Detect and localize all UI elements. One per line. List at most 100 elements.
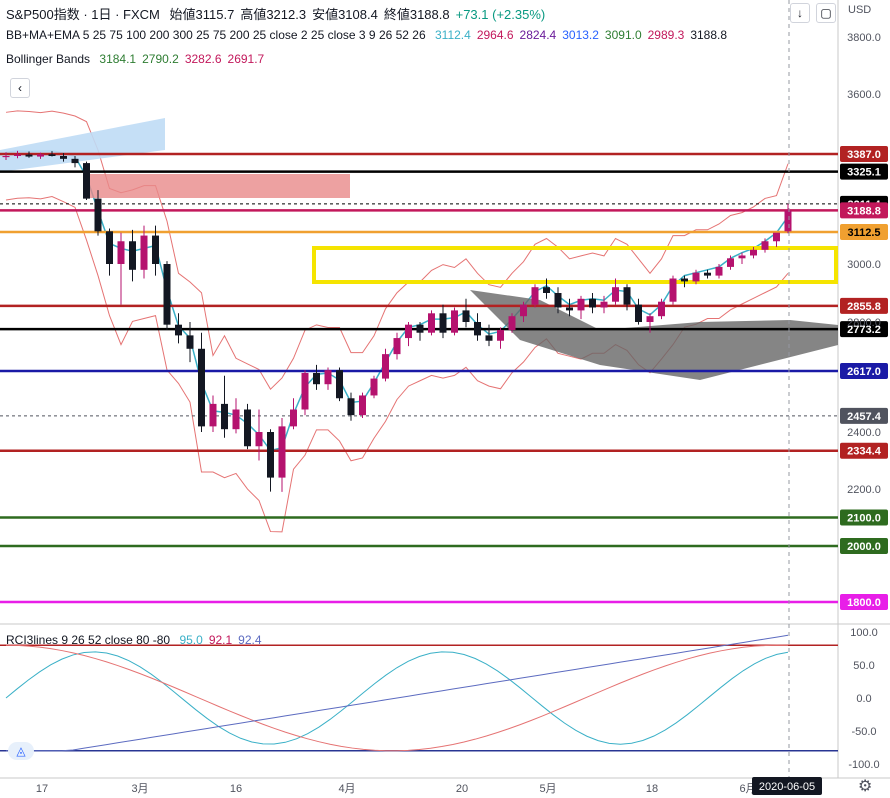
candle-body [393, 338, 401, 355]
candle-body [439, 313, 447, 333]
rci-tick: -50.0 [851, 726, 876, 738]
candle-body [278, 426, 286, 478]
candle-body [382, 354, 389, 379]
candle-body [485, 335, 493, 341]
bollinger-name: Bollinger Bands [6, 52, 91, 66]
candle-body [2, 155, 10, 158]
candle-body [129, 241, 136, 270]
rci-value: 92.4 [238, 633, 262, 647]
time-tick: 20 [456, 783, 468, 795]
candle-body [784, 210, 792, 232]
time-tick: 18 [646, 783, 658, 795]
candle-body [416, 324, 424, 333]
candle-body [140, 235, 148, 270]
candle-body [589, 298, 596, 308]
rci-value: 95.0 [179, 633, 203, 647]
price-tick: 3600.0 [847, 89, 881, 101]
bbmaema-legend[interactable]: BB+MA+EMA 5 25 75 100 200 300 25 75 200 … [6, 28, 739, 42]
candle-body [336, 370, 343, 399]
candle-body [221, 403, 228, 430]
candle-body [600, 301, 608, 308]
candle-body [428, 313, 435, 333]
candle-body [94, 198, 102, 232]
candle-body [117, 241, 125, 264]
rci-tick: 100.0 [850, 627, 878, 639]
bbmaema-value: 3091.0 [604, 28, 642, 42]
bbmaema-value: 2989.3 [647, 28, 685, 42]
collapse-legend-button[interactable]: ‹ [10, 78, 30, 98]
price-label: 2334.4 [847, 446, 882, 458]
bollinger-value: 3184.1 [99, 52, 137, 66]
ichimoku-cloud-red [90, 174, 350, 198]
candle-body [83, 163, 90, 199]
candle-body [267, 432, 274, 478]
candle-body [658, 301, 665, 317]
bollinger-value: 2691.7 [227, 52, 265, 66]
candle-body [612, 287, 619, 302]
price-tick: 3000.0 [847, 259, 881, 271]
rci-value: 92.1 [208, 633, 233, 647]
candle-body [623, 287, 631, 305]
candle-body [554, 293, 562, 308]
rci-legend[interactable]: RCI3lines 9 26 52 close 80 -80 95.0 92.1 9… [6, 633, 274, 647]
candle-body [646, 316, 654, 322]
candle-body [244, 409, 251, 447]
candle-body [761, 241, 769, 250]
symbol-legend[interactable]: S&P500指数 · 1日 · FXCM 始値3115.7 高値3212.3 安値3… [6, 4, 557, 23]
candle-body [566, 307, 573, 311]
candle-body [25, 154, 33, 157]
candle-body [497, 330, 504, 341]
ohlc-item: 始値3115.7 [169, 7, 235, 22]
candle-body [474, 322, 481, 336]
rci-name: RCI3lines 9 26 52 close 80 -80 [6, 633, 171, 647]
candle-body [727, 258, 734, 267]
ohlc-item: 高値3212.3 [240, 7, 307, 22]
price-label: 2100.0 [847, 513, 881, 525]
candle-body [347, 398, 355, 416]
price-label: 3387.0 [847, 149, 881, 161]
price-label: 3325.1 [847, 167, 881, 179]
currency-label: USD [848, 4, 872, 16]
price-tick: 2200.0 [847, 484, 881, 496]
bbmaema-value: 3188.8 [690, 28, 728, 42]
chart-canvas[interactable]: 3387.03325.13211.43188.83112.52855.82773… [0, 0, 890, 798]
candle-body [163, 264, 171, 325]
bollinger-value: 2790.2 [142, 52, 179, 66]
rci-tick: 50.0 [853, 660, 874, 672]
candle-body [635, 304, 642, 322]
time-tick: 5月 [539, 783, 556, 795]
bbmaema-value: 3013.2 [562, 28, 599, 42]
candle-body [60, 155, 67, 159]
candle-body [186, 335, 194, 349]
candle-body [14, 154, 21, 156]
candle-body [750, 249, 757, 256]
candle-body [681, 278, 688, 282]
ohlc-values: 始値3115.7 高値3212.3 安値3108.4 終値3188.8 +73.1 (+… [170, 7, 552, 22]
candle-body [198, 348, 205, 427]
price-label: 2000.0 [847, 541, 881, 553]
maximize-icon[interactable]: ▢ [816, 3, 836, 23]
price-tick: 2800.0 [847, 317, 881, 329]
candle-body [37, 154, 44, 157]
ohlc-item: 終値3188.8 [383, 7, 450, 22]
tradingview-logo-icon[interactable]: ◬ [8, 742, 34, 760]
bbmaema-value: 2964.6 [476, 28, 514, 42]
move-down-icon[interactable]: ↓ [790, 3, 810, 23]
ohlc-item: +73.1 (+2.35%) [455, 7, 546, 22]
price-label: 2457.4 [847, 411, 882, 423]
price-tick: 2400.0 [847, 427, 881, 439]
candle-body [451, 310, 458, 333]
candle-body [704, 272, 711, 276]
price-label: 2617.0 [847, 366, 881, 378]
price-tick: 3800.0 [847, 32, 881, 44]
bollinger-legend[interactable]: Bollinger Bands 3184.1 2790.2 3282.6 2691.7 [6, 52, 276, 66]
bbmaema-values: 3112.4 2964.6 2824.4 3013.2 3091.0 2989.3 3188… [435, 28, 733, 42]
rci-line-52 [6, 634, 789, 752]
candle-body [313, 372, 320, 385]
candle-body [738, 255, 746, 259]
settings-gear-icon[interactable]: ⚙ [858, 776, 872, 796]
candle-body [324, 370, 332, 385]
candle-body [692, 272, 700, 282]
symbol-title[interactable]: S&P500指数 · 1日 · FXCM [6, 7, 160, 22]
rci-tick: 0.0 [856, 693, 871, 705]
